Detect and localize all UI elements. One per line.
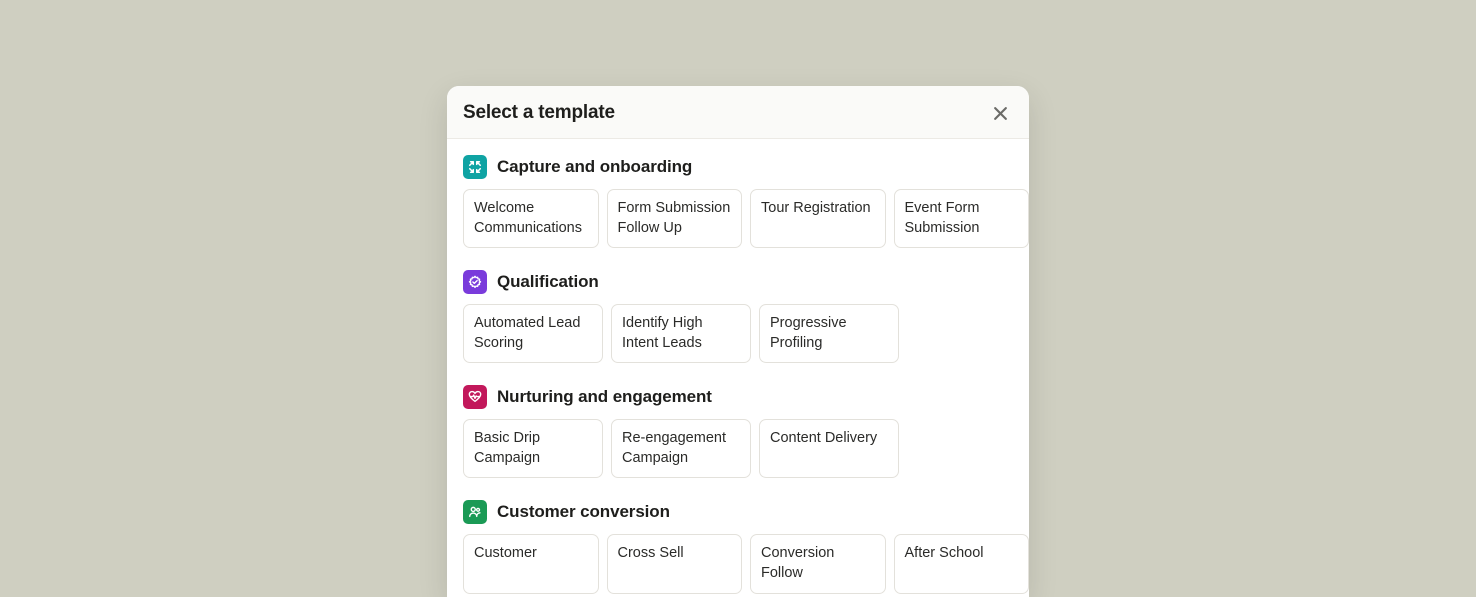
card-label: Automated Lead Scoring — [474, 314, 592, 353]
template-card-conversion-follow[interactable]: Conversion Follow — [750, 534, 886, 593]
card-label: Tour Registration — [761, 199, 871, 219]
card-label: Progressive Profiling — [770, 314, 888, 353]
card-label: Conversion Follow — [761, 544, 875, 583]
section-title: Customer conversion — [497, 502, 670, 522]
section-header: Qualification — [463, 270, 1029, 294]
card-label: Cross Sell — [618, 544, 684, 564]
card-label: After School — [905, 544, 984, 564]
card-row: Customer Cross Sell Conversion Follow Af… — [463, 534, 1029, 593]
card-label: Basic Drip Campaign — [474, 429, 592, 468]
modal-title: Select a template — [463, 102, 615, 124]
section-title: Nurturing and engagement — [497, 387, 712, 407]
template-card-form-submission-follow-up[interactable]: Form Submission Follow Up — [607, 189, 743, 248]
section-header: Nurturing and engagement — [463, 385, 1029, 409]
close-icon — [993, 106, 1008, 121]
template-card-content-delivery[interactable]: Content Delivery — [759, 419, 899, 478]
card-label: Welcome Communications — [474, 199, 588, 238]
card-label: Identify High Intent Leads — [622, 314, 740, 353]
template-card-customer[interactable]: Customer — [463, 534, 599, 593]
section-customer-conversion: Customer conversion Customer Cross Sell … — [463, 500, 1029, 593]
template-modal: Select a template Capture and onboarding — [447, 86, 1029, 597]
card-row: Automated Lead Scoring Identify High Int… — [463, 304, 1029, 363]
section-header: Capture and onboarding — [463, 155, 1029, 179]
template-card-automated-lead-scoring[interactable]: Automated Lead Scoring — [463, 304, 603, 363]
card-label: Event Form Submission — [905, 199, 1019, 238]
template-card-tour-registration[interactable]: Tour Registration — [750, 189, 886, 248]
nurturing-icon — [463, 385, 487, 409]
capture-icon — [463, 155, 487, 179]
template-card-re-engagement-campaign[interactable]: Re-engagement Campaign — [611, 419, 751, 478]
qualification-icon — [463, 270, 487, 294]
template-card-event-form-submission[interactable]: Event Form Submission — [894, 189, 1030, 248]
section-title: Capture and onboarding — [497, 157, 692, 177]
modal-header: Select a template — [447, 86, 1029, 139]
template-card-basic-drip-campaign[interactable]: Basic Drip Campaign — [463, 419, 603, 478]
close-button[interactable] — [989, 102, 1011, 124]
section-qualification: Qualification Automated Lead Scoring Ide… — [463, 270, 1029, 363]
card-label: Customer — [474, 544, 537, 564]
template-card-cross-sell[interactable]: Cross Sell — [607, 534, 743, 593]
modal-body: Capture and onboarding Welcome Communica… — [447, 139, 1029, 597]
template-card-welcome-communications[interactable]: Welcome Communications — [463, 189, 599, 248]
card-label: Content Delivery — [770, 429, 877, 449]
template-card-identify-high-intent-leads[interactable]: Identify High Intent Leads — [611, 304, 751, 363]
section-header: Customer conversion — [463, 500, 1029, 524]
section-capture-onboarding: Capture and onboarding Welcome Communica… — [463, 155, 1029, 248]
card-row: Welcome Communications Form Submission F… — [463, 189, 1029, 248]
section-nurturing-engagement: Nurturing and engagement Basic Drip Camp… — [463, 385, 1029, 478]
card-label: Re-engagement Campaign — [622, 429, 740, 468]
section-title: Qualification — [497, 272, 599, 292]
template-card-progressive-profiling[interactable]: Progressive Profiling — [759, 304, 899, 363]
card-label: Form Submission Follow Up — [618, 199, 732, 238]
conversion-icon — [463, 500, 487, 524]
template-card-after-school[interactable]: After School — [894, 534, 1030, 593]
card-row: Basic Drip Campaign Re-engagement Campai… — [463, 419, 1029, 478]
